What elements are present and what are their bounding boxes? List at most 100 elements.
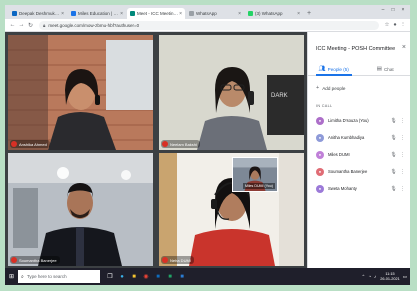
video-tile[interactable]: DARK Neelam Bakshi <box>159 35 304 150</box>
chrome-icon[interactable]: ◉ <box>140 268 152 285</box>
windows-start-icon[interactable]: ⊞ <box>5 268 18 285</box>
close-panel-icon[interactable]: × <box>402 44 406 51</box>
meeting-title: ICC Meeting - POSH Committee <box>316 46 396 52</box>
taskbar-clock[interactable]: 11:15 26-01-2021 <box>380 272 399 282</box>
participant-row-name: Anitha Kumbhadiya <box>328 135 365 140</box>
svg-text:DARK: DARK <box>271 93 288 99</box>
avatar: ● <box>316 116 324 125</box>
participant-name-tag: Soumantha Banerjee <box>10 256 60 264</box>
mic-off-icon[interactable]: 🎙︎ <box>389 152 398 158</box>
browser-tab[interactable]: Miles Education | People × <box>68 8 126 19</box>
star-icon[interactable]: ☆ <box>383 22 391 28</box>
minimize-icon[interactable]: – <box>378 7 388 13</box>
participant-row-name: Miles DUMI <box>328 152 350 157</box>
clock-date: 26-01-2021 <box>380 276 400 281</box>
participant-name: Anshika Ahmed <box>19 141 47 147</box>
menu-dots-icon[interactable]: ⋮ <box>399 22 407 28</box>
forward-arrow-icon[interactable]: → <box>17 22 26 28</box>
file-explorer-icon[interactable]: ■ <box>128 268 140 285</box>
volume-icon[interactable]: ♪ <box>374 274 376 279</box>
close-window-icon[interactable]: × <box>398 7 408 13</box>
video-tile[interactable]: Anshika Ahmed <box>8 35 153 150</box>
meeting-details-panel: ICC Meeting - POSH Committee × 👥︎ People… <box>307 32 410 268</box>
participant-row[interactable]: ● Soumantha Banerjee 🎙︎ ⋮ <box>308 163 410 180</box>
participant-row[interactable]: ● Anitha Kumbhadiya 🎙︎ ⋮ <box>308 129 410 146</box>
search-icon: ⌕ <box>21 273 24 280</box>
participant-name-tag: Neelam Bakshi <box>161 140 200 148</box>
browser-tab-active[interactable]: Meet - ICC Meeting - POSH × <box>127 8 185 19</box>
more-options-icon[interactable]: ⋮ <box>398 135 407 141</box>
reload-icon[interactable]: ↻ <box>26 22 35 29</box>
participant-video: DARK <box>159 35 304 150</box>
taskbar-search-placeholder: Type here to search <box>26 274 67 279</box>
windows-taskbar: ⊞ ⌕ Type here to search ❐ ● ■ ◉ ■ ■ ■ ⌃ … <box>5 268 410 285</box>
window-controls: – □ × <box>378 7 408 13</box>
tab-chat[interactable]: ▤ Chat <box>360 63 411 75</box>
participant-name: Neha DUMI <box>170 257 191 263</box>
more-options-icon[interactable]: ⋮ <box>398 169 407 175</box>
task-view-icon[interactable]: ❐ <box>104 268 116 285</box>
word-icon[interactable]: ■ <box>176 268 188 285</box>
wifi-icon[interactable]: ◔ <box>368 274 371 279</box>
tab-people[interactable]: 👥︎ People (5) <box>308 63 360 76</box>
participant-avatar-icon <box>11 257 17 263</box>
browser-tab[interactable]: WhatsApp × <box>186 8 244 19</box>
participant-row[interactable]: ● Miles DUMI 🎙︎ ⋮ <box>308 146 410 163</box>
meet-video-grid: Anshika Ahmed DARK Neelam Bakshi Soumant… <box>5 32 307 268</box>
avatar: ● <box>316 150 324 159</box>
outlook-icon[interactable]: ■ <box>152 268 164 285</box>
chat-icon: ▤ <box>376 66 382 72</box>
notifications-icon[interactable]: ▭ <box>403 274 407 280</box>
self-view-thumbnail[interactable]: Miles DUMI (You) <box>232 157 278 192</box>
more-options-icon[interactable]: ⋮ <box>398 118 407 124</box>
video-tile[interactable]: Miles DUMI (You) Neha DUMI <box>159 153 304 266</box>
meet-favicon-icon <box>130 11 135 16</box>
lock-icon: 🔒︎ <box>43 22 46 28</box>
mic-off-icon[interactable]: 🎙︎ <box>389 186 398 192</box>
tab-favicon-icon <box>12 11 17 16</box>
participant-row[interactable]: ● Limitha D'souza (You) 🎙︎ ⋮ <box>308 112 410 129</box>
browser-tab[interactable]: (3) WhatsApp × <box>245 8 303 19</box>
mic-off-icon[interactable]: 🎙︎ <box>389 135 398 141</box>
people-icon: 👥︎ <box>318 66 326 72</box>
participant-row-name: Soumantha Banerjee <box>328 169 368 174</box>
maximize-icon[interactable]: □ <box>388 7 398 13</box>
close-tab-icon[interactable]: × <box>61 11 64 17</box>
tab-label: Miles Education | People <box>78 11 119 16</box>
more-options-icon[interactable]: ⋮ <box>398 152 407 158</box>
taskbar-search-box[interactable]: ⌕ Type here to search <box>18 270 100 283</box>
close-tab-icon[interactable]: × <box>297 11 300 17</box>
desktop-screen: Deepak Deshmukh | Linkedin × Miles Educa… <box>5 5 410 285</box>
close-tab-icon[interactable]: × <box>179 11 182 17</box>
browser-tab[interactable]: Deepak Deshmukh | Linkedin × <box>9 8 67 19</box>
mic-off-icon[interactable]: 🎙︎ <box>389 169 398 175</box>
avatar: ● <box>316 133 324 142</box>
avatar: ● <box>316 184 324 193</box>
tab-label: Meet - ICC Meeting - POSH <box>137 11 178 16</box>
participant-name-tag: Neha DUMI <box>161 256 194 264</box>
participant-name-tag: Anshika Ahmed <box>10 140 50 148</box>
add-people-button[interactable]: + Add people <box>316 85 345 91</box>
mic-off-icon[interactable]: 🎙︎ <box>389 118 398 124</box>
edge-icon[interactable]: ● <box>116 268 128 285</box>
address-bar[interactable]: 🔒︎ meet.google.com/mow-zbmu-hbf?authuser… <box>39 20 379 30</box>
whatsapp-favicon-icon <box>248 11 253 16</box>
tab-chat-label: Chat <box>383 66 394 72</box>
url-text: meet.google.com/mow-zbmu-hbf?authuser=0 <box>48 22 140 28</box>
back-arrow-icon[interactable]: ← <box>8 22 17 28</box>
close-tab-icon[interactable]: × <box>238 11 241 17</box>
tab-favicon-icon <box>71 11 76 16</box>
participant-avatar-icon <box>11 141 17 147</box>
avatar: ● <box>316 167 324 176</box>
video-tile[interactable]: Soumantha Banerjee <box>8 153 153 266</box>
account-avatar-icon[interactable]: ● <box>391 22 399 28</box>
panel-tabs: 👥︎ People (5) ▤ Chat <box>308 63 410 76</box>
participant-video <box>8 153 153 266</box>
participant-row[interactable]: ● Sweta Mohanty 🎙︎ ⋮ <box>308 180 410 197</box>
close-tab-icon[interactable]: × <box>120 11 123 17</box>
show-hidden-icons-icon[interactable]: ⌃ <box>362 274 366 280</box>
tab-favicon-icon <box>189 11 194 16</box>
new-tab-icon[interactable]: + <box>304 8 314 19</box>
excel-icon[interactable]: ■ <box>164 268 176 285</box>
more-options-icon[interactable]: ⋮ <box>398 186 407 192</box>
